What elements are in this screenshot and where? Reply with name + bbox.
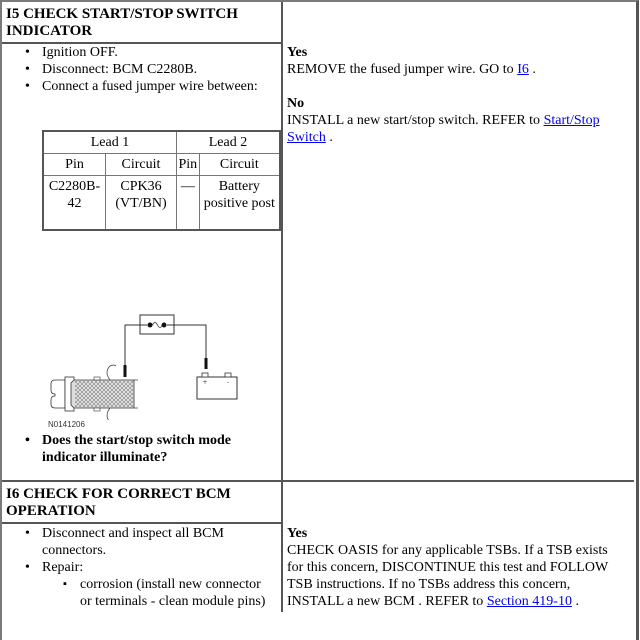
column-header: Circuit	[198, 153, 281, 176]
step-i6-title-cell: I6 CHECK FOR CORRECT BCM OPERATION	[2, 482, 281, 522]
step-i5-question: Does the start/stop switch mode indicato…	[2, 432, 281, 466]
response-label: Yes	[287, 526, 308, 541]
response-label: No	[287, 96, 305, 111]
response-no: No INSTALL a new start/stop switch. REFE…	[287, 95, 634, 146]
diagram-caption: N0141206	[48, 420, 85, 429]
step-i6-title: I6 CHECK FOR CORRECT BCM OPERATION	[6, 486, 231, 519]
action-item: Ignition OFF.	[2, 44, 281, 61]
action-item: Repair:	[2, 559, 281, 576]
sub-action-item: corrosion (install new connector or term…	[2, 576, 275, 610]
svg-text:+: +	[202, 379, 207, 386]
response-text: REMOVE the fused jumper wire. GO to	[287, 62, 518, 77]
action-item: Disconnect and inspect all BCM connector…	[2, 525, 242, 559]
table-cell: CPK36 (VT/BN)	[105, 175, 177, 230]
column-header: Circuit	[105, 153, 177, 176]
action-item: Disconnect: BCM C2280B.	[2, 61, 281, 78]
column-header: Pin	[176, 153, 200, 176]
lead-2-header: Lead 2	[176, 130, 281, 154]
link-section-419-10[interactable]: Section 419-10	[487, 594, 572, 609]
response-yes: Yes CHECK OASIS for any applicable TSBs.…	[287, 525, 634, 610]
link-i6[interactable]: I6	[517, 62, 529, 77]
response-suffix: .	[532, 62, 536, 77]
wiring-diagram: + -	[50, 314, 238, 420]
table-cell: C2280B-42	[42, 175, 106, 230]
svg-text:-: -	[227, 379, 229, 386]
table-cell: —	[176, 175, 200, 230]
response-suffix: .	[329, 130, 333, 145]
response-yes: Yes REMOVE the fused jumper wire. GO to …	[287, 44, 634, 78]
step-i5-title-cell: I5 CHECK START/STOP SWITCH INDICATOR	[2, 2, 281, 42]
step-i5-question-block: Does the start/stop switch mode indicato…	[2, 432, 281, 466]
row-divider	[2, 522, 281, 524]
lead-1-header: Lead 1	[42, 130, 177, 154]
response-text: INSTALL a new start/stop switch. REFER t…	[287, 113, 544, 128]
action-item: Connect a fused jumper wire between:	[2, 78, 281, 95]
table-cell: Battery positive post	[198, 175, 281, 230]
step-i5-responses: Yes REMOVE the fused jumper wire. GO to …	[283, 44, 634, 146]
battery-icon: + -	[196, 372, 238, 400]
lead-table: Lead 1 Lead 2 Pin Circuit Pin Circuit C2…	[42, 130, 281, 231]
response-label: Yes	[287, 45, 308, 60]
column-header: Pin	[42, 153, 106, 176]
step-i5-title: I5 CHECK START/STOP SWITCH INDICATOR	[6, 6, 238, 39]
step-i6-actions-cell: Disconnect and inspect all BCM connector…	[2, 525, 281, 610]
step-i6-responses: Yes CHECK OASIS for any applicable TSBs.…	[283, 525, 634, 610]
response-suffix: .	[575, 594, 579, 609]
